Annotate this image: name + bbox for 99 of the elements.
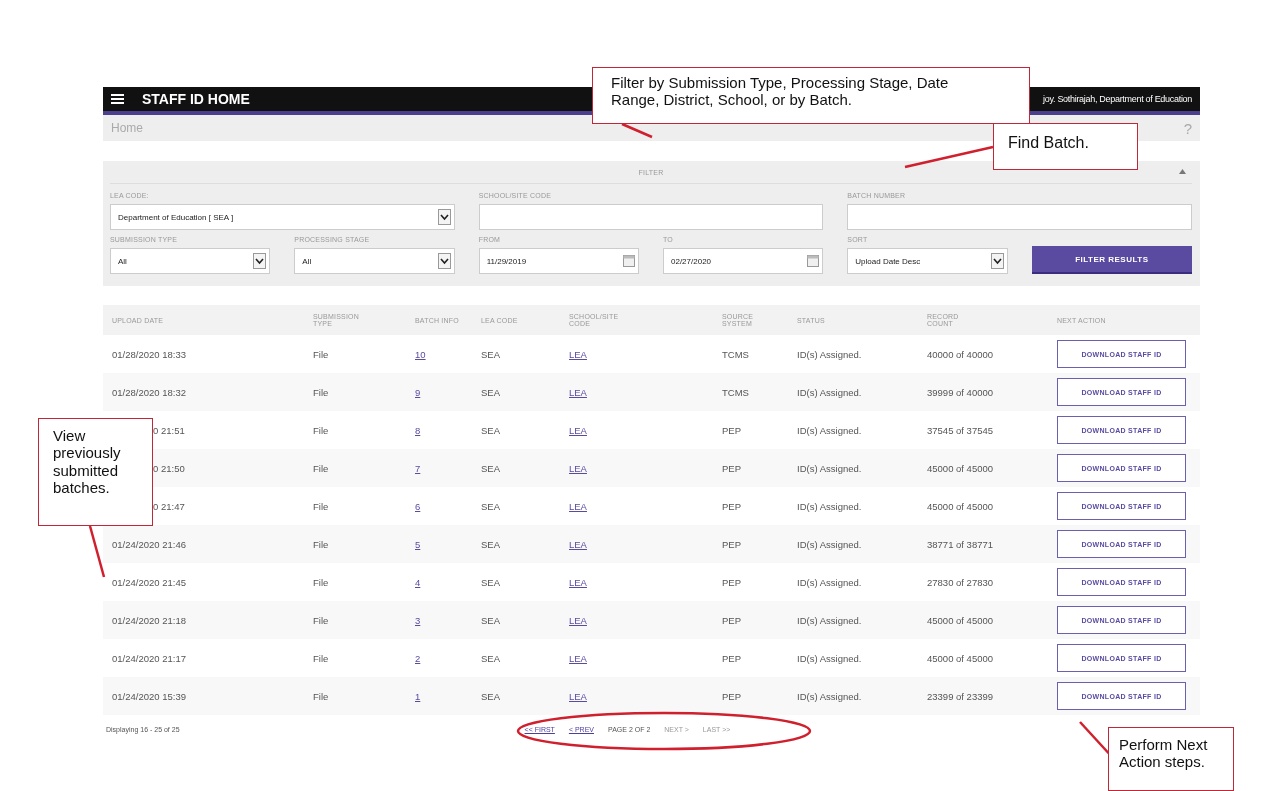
table-cell-text: File [313,538,330,550]
table-cell-text: ID(s) Assigned. [797,576,863,588]
table-cell-text: PEP [722,614,742,626]
batch-link[interactable]: 1 [415,690,421,702]
batch-link[interactable]: 7 [415,462,421,474]
dropdown-field[interactable]: All [294,248,455,274]
table-cell-text: SEA [481,614,501,626]
table-cell-text: 01/24/2020 21:46 [112,538,187,550]
dropdown-field[interactable]: Upload Date Desc [847,248,1008,274]
batch-link[interactable]: 6 [415,500,421,512]
table-cell-text: ID(s) Assigned. [797,386,863,398]
table-cell-text: File [313,690,330,702]
table-cell-text: 01/24/2020 21:45 [112,576,187,588]
table-cell-text: TCMS [722,348,750,360]
table-cell-text: File [313,424,330,436]
table-cell-text: File [313,386,330,398]
school-link[interactable]: LEA [569,614,587,626]
school-link[interactable]: LEA [569,348,587,360]
table-cell-text: 38771 of 38771 [927,538,995,550]
table-cell-text: 40000 of 40000 [927,348,995,360]
filter-results-button[interactable]: FILTER RESULTS [1031,246,1192,274]
table-cell-text: SEA [481,576,501,588]
table-cell-text: SEA [481,690,501,702]
table-cell-text: File [313,614,330,626]
batch-link[interactable]: 10 [415,348,426,360]
table-cell-text: 45000 of 45000 [927,462,995,474]
table-cell-text: SEA [481,500,501,512]
calendar-icon[interactable] [807,255,820,267]
batch-link[interactable]: 9 [415,386,421,398]
date-field[interactable]: 11/29/2019 [478,248,639,274]
leader-line [88,525,106,578]
callout-note: Perform Next Action steps. [1108,727,1234,791]
table-cell-text: ID(s) Assigned. [797,424,863,436]
leader-line [621,122,653,139]
table-cell-text: SEA [481,348,501,360]
table-cell-text: 0 21:51 [152,424,186,436]
table-cell-text: File [313,652,330,664]
table-cell-text: File [313,576,330,588]
dropdown-field[interactable]: All [110,248,271,274]
table-cell-text: 39999 of 40000 [927,386,995,398]
table-cell-text: PEP [722,690,742,702]
table-cell-text: ID(s) Assigned. [797,348,863,360]
table-cell-text: File [313,348,330,360]
table-cell-text: 0 21:47 [152,500,186,512]
school-link[interactable]: LEA [569,424,587,436]
school-link[interactable]: LEA [569,576,587,588]
table-cell-text: ID(s) Assigned. [797,538,863,550]
school-link[interactable]: LEA [569,538,587,550]
school-link[interactable]: LEA [569,652,587,664]
table-cell-text: 01/24/2020 15:39 [112,690,187,702]
table-cell-text: 45000 of 45000 [927,614,995,626]
callout-note: View previously submitted batches. [38,418,153,526]
table-cell-text: ID(s) Assigned. [797,462,863,474]
batch-link[interactable]: 8 [415,424,421,436]
school-link[interactable]: LEA [569,462,587,474]
table-cell-text: 45000 of 45000 [927,652,995,664]
table-cell-text: PEP [722,576,742,588]
school-link[interactable]: LEA [569,386,587,398]
table-cell-text: 01/28/2020 18:32 [112,386,187,398]
table-cell-text: PEP [722,652,742,664]
batch-link[interactable]: 4 [415,576,421,588]
table-cell-text: SEA [481,652,501,664]
table-cell-text: File [313,500,330,512]
collapse-caret-icon[interactable] [1179,169,1186,174]
school-link[interactable]: LEA [569,690,587,702]
callout-note: Filter by Submission Type, Processing Stage, Date Range, District, School, or by Batch. [592,67,1030,124]
table-cell-text: 01/24/2020 21:18 [112,614,187,626]
batch-link[interactable]: 3 [415,614,421,626]
table-cell-text: SEA [481,424,501,436]
table-cell-text: 01/28/2020 18:33 [112,348,187,360]
batch-link[interactable]: 5 [415,538,421,550]
table-cell-text: ID(s) Assigned. [797,614,863,626]
table-cell-text: SEA [481,462,501,474]
table-cell-text: ID(s) Assigned. [797,690,863,702]
table-cell-text: PEP [722,462,742,474]
table-cell-text: 01/24/2020 21:17 [112,652,187,664]
table-cell-text: 45000 of 45000 [927,500,995,512]
table-cell-text: TCMS [722,386,750,398]
table-cell-text: SEA [481,538,501,550]
input-field[interactable] [478,204,824,230]
table-cell-text: 37545 of 37545 [927,424,995,436]
table-cell-text: File [313,462,330,474]
menu-icon[interactable] [111,94,124,104]
date-field[interactable]: 02/27/2020 [663,248,824,274]
table-cell-text: ID(s) Assigned. [797,652,863,664]
table-cell-text: SEA [481,386,501,398]
table-cell-text: PEP [722,424,742,436]
batch-link[interactable]: 2 [415,652,421,664]
table-cell-text: PEP [722,538,742,550]
dropdown-field[interactable]: Department of Education [ SEA ] [110,204,455,230]
input-field[interactable] [847,204,1192,230]
table-cell-text: 23399 of 23399 [927,690,995,702]
table-cell-text: 27830 of 27830 [927,576,995,588]
callout-note: Find Batch. [993,123,1138,170]
table-cell-text: ID(s) Assigned. [797,500,863,512]
user-name[interactable]: joy. Sothirajah, Department of Education [1043,94,1192,104]
app-title: STAFF ID HOME [142,91,250,107]
table-cell-text: PEP [722,500,742,512]
school-link[interactable]: LEA [569,500,587,512]
